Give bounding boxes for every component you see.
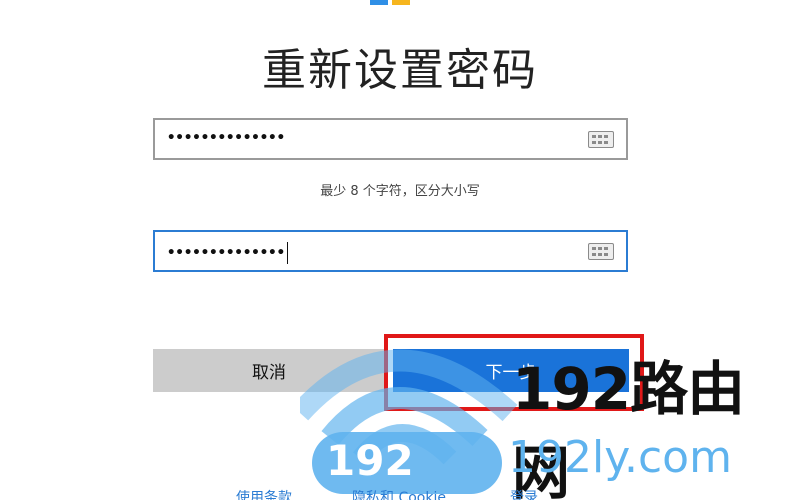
keyboard-icon[interactable] bbox=[588, 131, 614, 148]
signin-link[interactable]: 登录 bbox=[510, 487, 538, 500]
password-field[interactable]: •••••••••••••• bbox=[153, 118, 628, 160]
logo bbox=[370, 0, 412, 5]
page-title: 重新设置密码 bbox=[262, 45, 538, 96]
confirm-password-value: •••••••••••••• bbox=[167, 245, 286, 261]
watermark-badge-text: 192 bbox=[326, 436, 414, 485]
keyboard-icon[interactable] bbox=[588, 243, 614, 260]
terms-link[interactable]: 使用条款 bbox=[236, 487, 292, 500]
text-caret bbox=[287, 242, 289, 264]
confirm-password-field[interactable]: •••••••••••••• bbox=[153, 230, 628, 272]
privacy-link[interactable]: 隐私和 Cookie bbox=[352, 487, 446, 500]
watermark-site: 192ly.com bbox=[508, 432, 732, 483]
password-value: •••••••••••••• bbox=[167, 130, 286, 146]
password-hint: 最少 8 个字符，区分大小写 bbox=[320, 184, 480, 199]
